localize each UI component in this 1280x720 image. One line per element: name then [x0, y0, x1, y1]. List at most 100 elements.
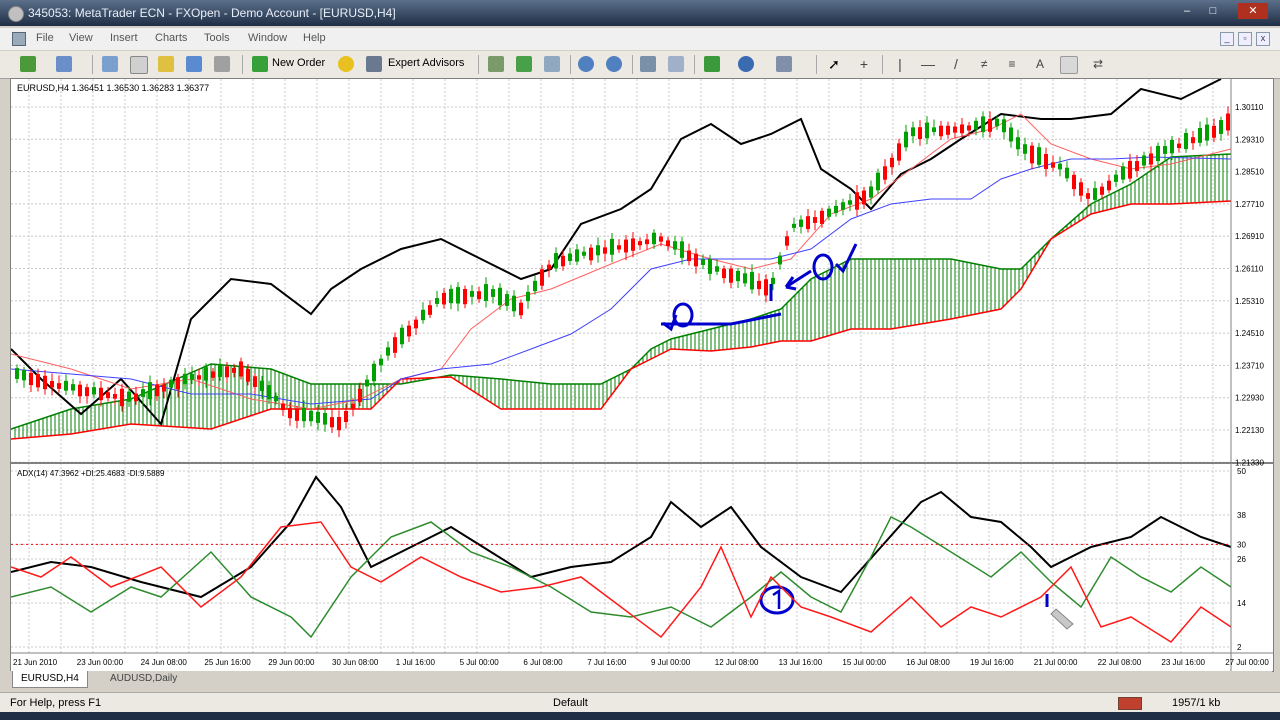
candle-body — [876, 172, 880, 191]
candle-body — [589, 247, 593, 261]
candle-body — [827, 208, 831, 217]
menu-charts[interactable]: Charts — [155, 32, 187, 44]
minimize-button[interactable]: – — [1176, 3, 1198, 19]
status-help: For Help, press F1 — [10, 697, 102, 709]
candle-body — [554, 253, 558, 269]
time-tick-label: 22 Jul 08:00 — [1098, 658, 1142, 667]
crosshair-icon[interactable]: + — [856, 56, 872, 72]
chart-canvas[interactable]: 1.30110 1.29310 1.28510 1.27710 1.26910 1.261… — [10, 78, 1273, 671]
menu-tools[interactable]: Tools — [204, 32, 230, 44]
mdi-close-button[interactable]: x — [1256, 32, 1270, 46]
trendline-icon[interactable]: / — [948, 56, 964, 72]
adx-tick-label: 14 — [1237, 599, 1246, 608]
candle-body — [155, 384, 159, 397]
candle-body — [771, 277, 775, 285]
candle-body — [1114, 174, 1118, 182]
candle-body — [603, 247, 607, 254]
candle-body — [36, 374, 40, 388]
candle-body — [197, 375, 201, 380]
expert-advisors-icon[interactable] — [366, 56, 382, 72]
candle-body — [316, 411, 320, 423]
menu-view[interactable]: View — [69, 32, 93, 44]
new-order-button[interactable]: New Order — [272, 57, 325, 75]
terminal-icon[interactable] — [158, 56, 174, 72]
menu-insert[interactable]: Insert — [110, 32, 138, 44]
candle-body — [183, 373, 187, 385]
metatrader-window: 345053: MetaTrader ECN - FXOpen - Demo A… — [0, 0, 1280, 720]
market-watch-icon[interactable] — [102, 56, 118, 72]
tab-eurusd-h4[interactable]: EURUSD,H4 — [12, 671, 88, 688]
fibonacci-icon[interactable]: ≡ — [1004, 56, 1020, 72]
candle-body — [358, 388, 362, 403]
horizontal-line-icon[interactable]: — — [920, 56, 936, 72]
text-tool-icon[interactable]: A — [1032, 56, 1048, 72]
candle-body — [638, 241, 642, 246]
templates-icon[interactable] — [776, 56, 792, 72]
chart-window[interactable]: 1.30110 1.29310 1.28510 1.27710 1.26910 1.261… — [10, 78, 1274, 672]
candle-body — [645, 239, 649, 245]
candle-body — [323, 412, 327, 425]
candle-body — [1184, 132, 1188, 150]
navigator-icon[interactable] — [130, 56, 148, 74]
candle-body — [820, 210, 824, 224]
adx-minus-di-line — [10, 521, 1232, 643]
maximize-button[interactable]: □ — [1202, 3, 1224, 19]
text-label-icon[interactable] — [1060, 56, 1078, 74]
mdi-minimize-button[interactable]: _ — [1220, 32, 1234, 46]
candle-body — [428, 305, 432, 315]
menu-help[interactable]: Help — [303, 32, 326, 44]
document-icon[interactable] — [12, 32, 26, 46]
main-chart-header: EURUSD,H4 1.36451 1.36530 1.36283 1.3637… — [17, 83, 209, 93]
candle-body — [855, 192, 859, 210]
candle-body — [708, 258, 712, 274]
candle-body — [1170, 139, 1174, 154]
candle-body — [295, 409, 299, 421]
zoom-window-icon[interactable] — [214, 56, 230, 72]
candle-body — [568, 253, 572, 261]
periods-icon[interactable] — [738, 56, 754, 72]
profiles-icon[interactable] — [56, 56, 72, 72]
candle-body — [1107, 180, 1111, 191]
price-tick-label: 1.22930 — [1235, 394, 1264, 403]
candle-body — [533, 280, 537, 292]
zoom-in-icon[interactable] — [578, 56, 594, 72]
close-button[interactable]: ✕ — [1238, 3, 1268, 19]
equidistant-channel-icon[interactable]: ≠ — [976, 56, 992, 72]
chart-shift-icon[interactable] — [668, 56, 684, 72]
arrows-icon[interactable]: ⇄ — [1090, 56, 1106, 72]
autotrading-icon[interactable] — [338, 56, 354, 72]
menu-window[interactable]: Window — [248, 32, 287, 44]
indicators-icon[interactable] — [704, 56, 720, 72]
candle-body — [617, 245, 621, 250]
tab-audusd-daily[interactable]: AUDUSD,Daily — [102, 671, 185, 687]
mdi-restore-button[interactable]: ▫ — [1238, 32, 1252, 46]
tester-icon[interactable] — [186, 56, 202, 72]
autoscroll-icon[interactable] — [640, 56, 656, 72]
expert-advisors-button[interactable]: Expert Advisors — [388, 57, 464, 75]
app-icon[interactable] — [8, 6, 24, 22]
candle-body — [890, 157, 894, 168]
new-chart-icon[interactable] — [20, 56, 36, 72]
candle-body — [1065, 167, 1069, 179]
candle-body — [883, 166, 887, 180]
candle-body — [71, 384, 75, 391]
zoom-out-icon[interactable] — [606, 56, 622, 72]
chart-tabs: EURUSD,H4 AUDUSD,Daily — [10, 671, 1272, 689]
candle-body — [1205, 124, 1209, 141]
candle-body — [351, 403, 355, 409]
line-chart-icon[interactable] — [544, 56, 560, 72]
bar-chart-icon[interactable] — [488, 56, 504, 72]
cursor-icon[interactable]: ➚ — [826, 56, 842, 72]
candle-body — [442, 292, 446, 305]
candle-body — [1121, 166, 1125, 180]
candle-body — [218, 365, 222, 377]
candle-body — [834, 205, 838, 214]
new-order-icon[interactable] — [252, 56, 268, 72]
candle-body — [659, 236, 663, 242]
candlestick-icon[interactable] — [516, 56, 532, 72]
candle-body — [379, 358, 383, 366]
candle-body — [939, 125, 943, 137]
vertical-line-icon[interactable]: | — [892, 56, 908, 72]
candle-body — [953, 126, 957, 133]
menu-file[interactable]: File — [36, 32, 54, 44]
